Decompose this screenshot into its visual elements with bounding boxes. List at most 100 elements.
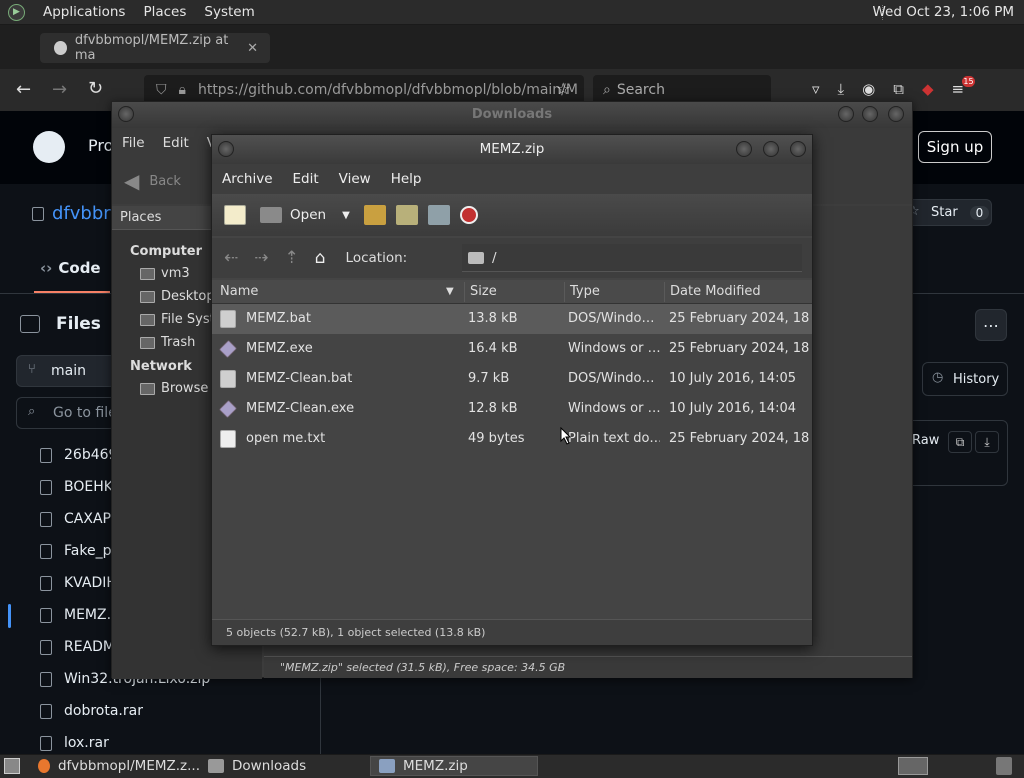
column-date[interactable]: Date Modified [670,284,761,299]
menu-places[interactable]: Places [143,4,186,20]
sidebar-item-trash[interactable]: Trash [140,335,195,350]
back-arrow-icon[interactable]: ◀ [124,169,139,193]
column-type[interactable]: Type [570,284,600,299]
stop-icon[interactable] [459,206,478,224]
file-date: 25 February 2024, 18… [669,311,809,326]
file-tree-item[interactable]: 26b469 [40,447,117,463]
back-button-label[interactable]: Back [149,174,181,189]
github-product-menu[interactable]: Pro [88,136,113,155]
file-tree-label: dobrota.rar [64,703,143,719]
file-list: MEMZ.bat 13.8 kB DOS/Windo… 25 February … [212,304,812,614]
github-logo-icon[interactable] [33,131,65,163]
bookmark-star-icon[interactable]: ☆ [556,79,570,98]
file-tree-label: CAXAP [64,511,111,527]
workspace-switcher[interactable] [898,757,928,775]
menu-edit[interactable]: Edit [163,135,189,151]
panel-clock[interactable]: Wed Oct 23, 1:06 PM [872,4,1014,20]
extensions-icon[interactable]: ⧉ [893,80,904,98]
sidebar-item-home[interactable]: vm3 [140,266,190,281]
menu-applications[interactable]: Applications [43,4,125,20]
chevron-down-icon[interactable]: ▼ [342,210,350,221]
taskbar-item-archive[interactable]: MEMZ.zip [370,756,538,776]
extract-icon[interactable] [363,205,386,225]
account-icon[interactable]: ◉ [862,80,875,98]
trash-icon[interactable] [996,757,1012,775]
search-icon: ⌕ [603,82,611,98]
browser-tab[interactable]: dfvbbmopl/MEMZ.zip at ma ✕ [40,33,270,63]
minimize-icon[interactable] [838,106,854,122]
maximize-icon[interactable] [763,141,779,157]
downloads-statusbar: "MEMZ.zip" selected (31.5 kB), Free spac… [264,656,912,678]
downloads-icon[interactable]: ⤓ [838,80,845,98]
star-count: 0 [969,205,990,220]
file-tree-item[interactable]: MEMZ. [40,607,111,623]
raw-button[interactable]: Raw [912,433,939,448]
reload-icon[interactable]: ↻ [88,78,103,99]
column-size[interactable]: Size [470,284,497,299]
location-field[interactable]: / [462,244,802,272]
file-row[interactable]: MEMZ-Clean.exe 12.8 kB Windows or … 10 J… [212,394,812,424]
open-folder-icon [260,207,282,223]
home-icon[interactable]: ⌂ [315,248,326,268]
menu-archive[interactable]: Archive [222,171,273,187]
file-row[interactable]: MEMZ-Clean.bat 9.7 kB DOS/Windo… 10 July… [212,364,812,394]
sidebar-item-filesystem[interactable]: File Syst [140,312,215,327]
sidebar-item-browse-network[interactable]: Browse N [140,381,222,396]
taskbar-item-firefox[interactable]: dfvbbmopl/MEMZ.z... [30,756,200,776]
mouse-pointer-icon [560,427,572,445]
file-icon [40,479,52,495]
menu-edit[interactable]: Edit [293,171,319,187]
file-tree-item[interactable]: dobrota.rar [40,703,143,719]
file-row[interactable]: open me.txt 49 bytes Plain text do… 25 F… [212,424,812,454]
column-name[interactable]: Name [220,284,258,299]
column-separator[interactable] [464,282,465,302]
file-tree-item[interactable]: Fake_p [40,543,111,559]
forward-arrow-icon[interactable]: → [52,79,67,100]
sort-down-icon[interactable]: ▼ [446,286,454,297]
new-archive-icon[interactable] [224,205,246,225]
sidebar-heading-computer: Computer [130,244,203,259]
minimize-icon[interactable] [736,141,752,157]
column-separator[interactable] [564,282,565,302]
back-arrow-icon[interactable]: ← [16,79,31,100]
menu-system[interactable]: System [204,4,254,20]
ublock-icon[interactable]: ◆ [922,80,934,98]
pocket-icon[interactable]: ▿ [812,80,820,98]
add-files-icon[interactable] [395,205,418,225]
menu-help[interactable]: Help [391,171,422,187]
maximize-icon[interactable] [862,106,878,122]
tab-code[interactable]: ‹› Code [40,259,101,277]
download-icon[interactable]: ⤓ [975,431,999,453]
sidebar-item-desktop[interactable]: Desktop [140,289,215,304]
file-tree-item[interactable]: lox.rar [40,735,109,751]
copy-icon[interactable]: ⧉ [948,431,972,453]
forward-arrow-icon[interactable]: ⇢ [254,248,268,268]
taskbar-item-downloads[interactable]: Downloads [200,756,366,776]
file-icon [40,703,52,719]
menu-file[interactable]: File [122,135,145,151]
show-desktop-icon[interactable] [4,758,20,774]
up-arrow-icon[interactable]: ⇡ [285,248,299,268]
more-options-button[interactable]: ⋯ [975,309,1007,341]
sidebar-heading-network: Network [130,359,192,374]
file-row[interactable]: MEMZ.exe 16.4 kB Windows or … 25 Februar… [212,334,812,364]
close-icon[interactable] [888,106,904,122]
file-size: 16.4 kB [468,341,518,356]
file-tree-item[interactable]: CAXAP [40,511,111,527]
add-folder-icon[interactable] [427,205,450,225]
file-row[interactable]: MEMZ.bat 13.8 kB DOS/Windo… 25 February … [212,304,812,334]
back-arrow-icon[interactable]: ⇠ [224,248,238,268]
file-tree-item[interactable]: READM [40,639,115,655]
sidebar-collapse-icon[interactable] [20,315,40,333]
location-label: Location: [345,250,408,266]
file-tree-item[interactable]: KVADIH [40,575,117,591]
close-icon[interactable] [790,141,806,157]
repo-name[interactable]: dfvbbr [32,203,111,224]
open-button[interactable]: Open ▼ [256,207,354,223]
close-tab-icon[interactable]: ✕ [247,41,258,56]
app-menu-logo-icon[interactable]: ▶ [8,3,25,21]
column-separator[interactable] [664,282,665,302]
menu-view[interactable]: View [339,171,371,187]
file-tree-item[interactable]: BOEHK [40,479,113,495]
signup-button[interactable]: Sign up [918,131,992,163]
